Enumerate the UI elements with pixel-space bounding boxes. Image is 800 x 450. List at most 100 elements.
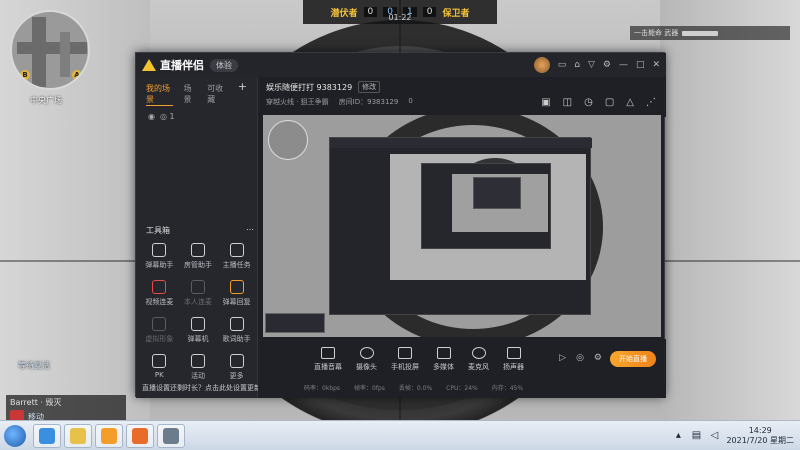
- tray-expand-icon[interactable]: ▴: [672, 430, 684, 442]
- unlock-icon[interactable]: ◫: [563, 97, 572, 108]
- room-title[interactable]: 娱乐随便打打 9383129: [266, 82, 352, 93]
- scene-item-label: ◎ 1: [159, 112, 175, 121]
- windows-taskbar: ▴ ▤ ◁ 14:29 2021/7/20 星期二: [0, 420, 800, 450]
- game-icon: [163, 427, 179, 444]
- taskbar-app-ie[interactable]: [33, 423, 61, 448]
- tool-item[interactable]: 房管助手: [179, 243, 218, 270]
- camera-icon[interactable]: ▷: [559, 353, 566, 363]
- game-wall-right: [660, 0, 800, 420]
- taskbar-app-game[interactable]: [157, 423, 185, 448]
- network-icon[interactable]: ▤: [690, 430, 702, 442]
- minimap-location-label: 中央广场: [30, 96, 62, 105]
- control-button[interactable]: 摄像头: [356, 347, 377, 372]
- control-button[interactable]: 多媒体: [433, 347, 454, 372]
- nested-preview-3: [473, 177, 521, 209]
- stat-item: 丢帧：0.0%: [398, 385, 433, 392]
- layout-icon[interactable]: ▢: [605, 97, 614, 108]
- tool-item[interactable]: 视频连麦: [140, 280, 179, 307]
- room-id: 房间ID：9383129: [338, 98, 399, 106]
- clock-time: 14:29: [748, 425, 772, 435]
- tool-item[interactable]: 弹幕助手: [140, 243, 179, 270]
- taskbar-clock[interactable]: 14:29 2021/7/20 星期二: [726, 426, 794, 446]
- maximize-button[interactable]: □: [636, 60, 645, 70]
- tool-icon: [229, 243, 244, 257]
- control-icon: [398, 347, 412, 359]
- kill-feed-text: 一击毙命 武器: [634, 29, 679, 37]
- go-live-button[interactable]: 开始直播: [610, 351, 656, 367]
- room-header: 娱乐随便打打 9383129 修改 穿越火线 · 狙王争霸 房间ID：93831…: [258, 77, 666, 117]
- eye-icon[interactable]: ◎: [576, 353, 584, 363]
- volume-icon[interactable]: ◁: [708, 430, 720, 442]
- control-button[interactable]: 麦克风: [468, 347, 489, 372]
- message-icon[interactable]: ▭: [558, 60, 567, 70]
- gift-icon[interactable]: ⌂: [574, 60, 580, 70]
- user-avatar[interactable]: [533, 57, 550, 73]
- toolbox-more-icon[interactable]: ⋯: [246, 225, 254, 236]
- tool-label: 视频连麦: [145, 298, 174, 306]
- tool-icon: [152, 317, 167, 331]
- tab-my-scenes[interactable]: 我的场景: [146, 83, 174, 106]
- tool-icon: [229, 317, 244, 331]
- tool-item[interactable]: 主播任务: [217, 243, 256, 270]
- tool-item[interactable]: 弹幕机: [179, 317, 218, 344]
- filter-icon[interactable]: ▽: [588, 60, 595, 70]
- tool-label: 虚拟形象: [145, 335, 174, 343]
- start-button[interactable]: [0, 421, 30, 450]
- control-button[interactable]: 手机投屏: [391, 347, 419, 372]
- control-icon: [436, 347, 451, 359]
- add-scene-button[interactable]: +: [238, 81, 247, 106]
- control-label: 手机投屏: [391, 363, 419, 371]
- close-button[interactable]: ✕: [652, 60, 660, 70]
- stat-item: 码率：0kbps: [304, 385, 341, 392]
- tool-item[interactable]: PK: [140, 354, 179, 381]
- record-icon[interactable]: ◷: [584, 97, 593, 108]
- tab-favorites[interactable]: 可收藏: [207, 83, 228, 106]
- tool-item[interactable]: 歌词助手: [217, 317, 256, 344]
- tab-scenes[interactable]: 场景: [183, 83, 197, 106]
- tool-item[interactable]: 更多: [217, 354, 256, 381]
- edit-room-button[interactable]: 修改: [358, 81, 381, 93]
- taskbar-app-folder[interactable]: [64, 423, 92, 448]
- version-pill[interactable]: 体验: [210, 58, 238, 72]
- taskbar-app-live[interactable]: [95, 423, 123, 448]
- tool-label: PK: [154, 371, 164, 379]
- rifle-icon: [682, 30, 719, 36]
- tool-item[interactable]: 弹幕回复: [217, 280, 256, 307]
- taskbar-app-media[interactable]: [126, 423, 154, 448]
- tool-item[interactable]: 活动: [179, 354, 218, 381]
- stream-stats: 码率：0kbps 帧率：0fps 丢帧：0.0% CPU：24% 内存：45%: [304, 383, 523, 392]
- live-settings-notice[interactable]: 直播设置还剩时长？点击此处设置更新: [142, 383, 261, 393]
- lock-icon[interactable]: ▣: [541, 97, 550, 108]
- gear-icon[interactable]: ⚙: [594, 353, 602, 363]
- control-icon: [321, 347, 335, 359]
- team-left-name: 潜伏者: [330, 8, 358, 19]
- settings-icon[interactable]: ⚙: [603, 60, 611, 70]
- eye-icon[interactable]: ◉: [148, 112, 155, 121]
- share-icon[interactable]: ⋰: [646, 97, 656, 108]
- brand-logo-icon: [142, 59, 156, 71]
- control-label: 扬声器: [503, 363, 524, 371]
- minimap-marker-b: B: [20, 70, 30, 80]
- control-button[interactable]: 扬声器: [503, 347, 524, 372]
- ie-icon: [39, 427, 55, 444]
- stream-preview[interactable]: [263, 115, 661, 337]
- control-button[interactable]: 直播音幕: [314, 347, 342, 372]
- tool-icon: [152, 354, 167, 368]
- scene-item[interactable]: ◉ ◎ 1: [136, 112, 257, 121]
- game-minimap: B A: [10, 10, 90, 90]
- bell-icon[interactable]: △: [626, 97, 634, 108]
- tool-label: 房管助手: [183, 261, 212, 269]
- preview-thumbnail: [265, 313, 325, 333]
- stat-item: 内存：45%: [491, 385, 524, 392]
- windows-orb-icon: [4, 424, 26, 447]
- tool-icon: [190, 317, 205, 331]
- tool-item[interactable]: 虚拟形象: [140, 317, 179, 344]
- tool-item[interactable]: 本人连麦: [179, 280, 218, 307]
- minimap-marker-a: A: [72, 70, 82, 80]
- round-timer: 01:22: [388, 13, 412, 22]
- minimize-button[interactable]: —: [619, 60, 628, 70]
- live-app-icon: [101, 427, 117, 444]
- room-header-icons: ▣ ◫ ◷ ▢ △ ⋰: [541, 97, 656, 108]
- room-category[interactable]: 穿越火线 · 狙王争霸: [266, 97, 329, 107]
- live-streaming-app-window: 直播伴侣 体验 ▭ ⌂ ▽ ⚙ — □ ✕ 我的场景 场景 可收藏 + ◉ ◎ …: [135, 52, 666, 398]
